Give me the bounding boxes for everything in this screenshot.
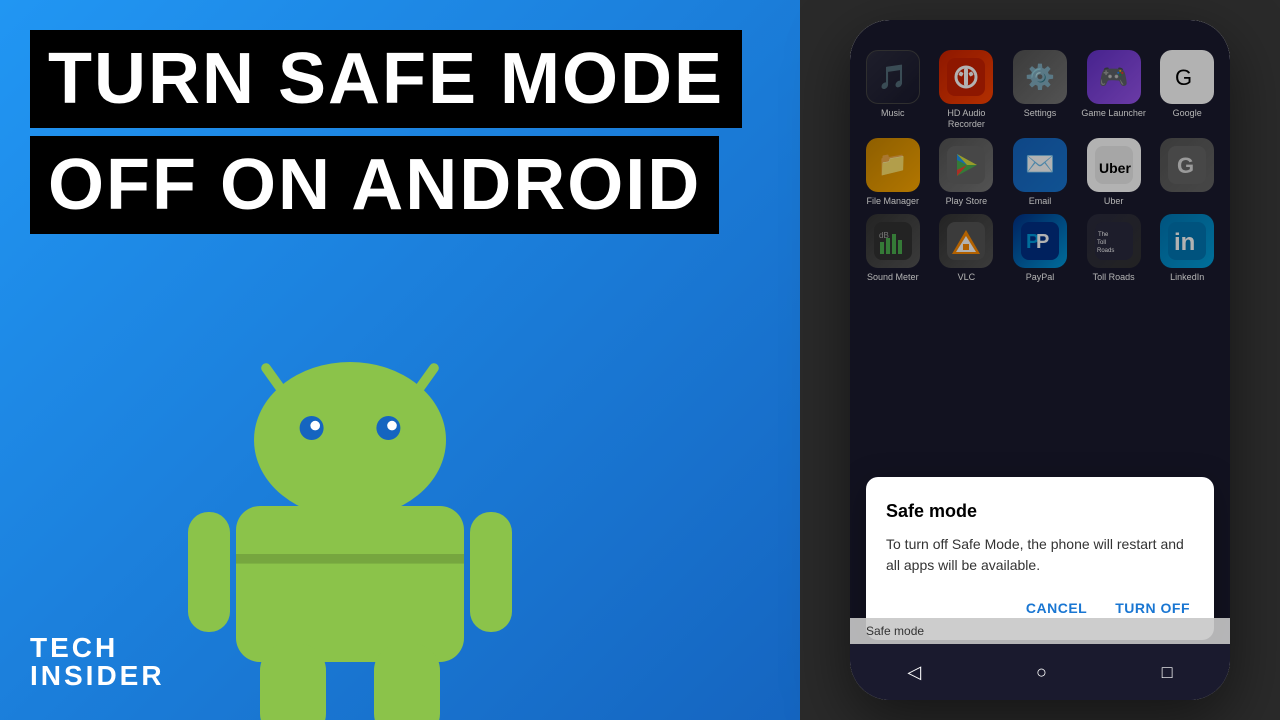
nav-bar: ◁ ○ □: [850, 644, 1230, 700]
right-panel: 🎵 Music HD Audio Recorder ⚙️ Settings 🎮 …: [800, 0, 1280, 720]
title-area: TURN SAFE MODE OFF ON ANDROID: [30, 30, 760, 234]
dialog-overlay: Safe mode To turn off Safe Mode, the pho…: [850, 20, 1230, 700]
brand-insider: INSIDER: [30, 662, 165, 690]
title-line2: OFF ON ANDROID: [48, 145, 701, 225]
recent-button[interactable]: □: [1162, 662, 1173, 683]
dialog-title: Safe mode: [886, 501, 1194, 522]
title-line1: TURN SAFE MODE: [48, 39, 724, 119]
left-panel: TURN SAFE MODE OFF ON ANDROID: [0, 0, 800, 720]
safe-mode-dialog: Safe mode To turn off Safe Mode, the pho…: [866, 477, 1214, 640]
branding: TECH INSIDER: [30, 634, 165, 690]
android-robot: [160, 320, 540, 720]
home-button[interactable]: ○: [1036, 662, 1047, 683]
phone-mockup: 🎵 Music HD Audio Recorder ⚙️ Settings 🎮 …: [850, 20, 1230, 700]
phone-screen: 🎵 Music HD Audio Recorder ⚙️ Settings 🎮 …: [850, 20, 1230, 700]
brand-tech: TECH: [30, 634, 165, 662]
safe-mode-text: Safe mode: [866, 624, 924, 638]
safe-mode-bar: Safe mode: [850, 618, 1230, 644]
back-button[interactable]: ◁: [907, 662, 921, 683]
dialog-body: To turn off Safe Mode, the phone will re…: [886, 534, 1194, 576]
